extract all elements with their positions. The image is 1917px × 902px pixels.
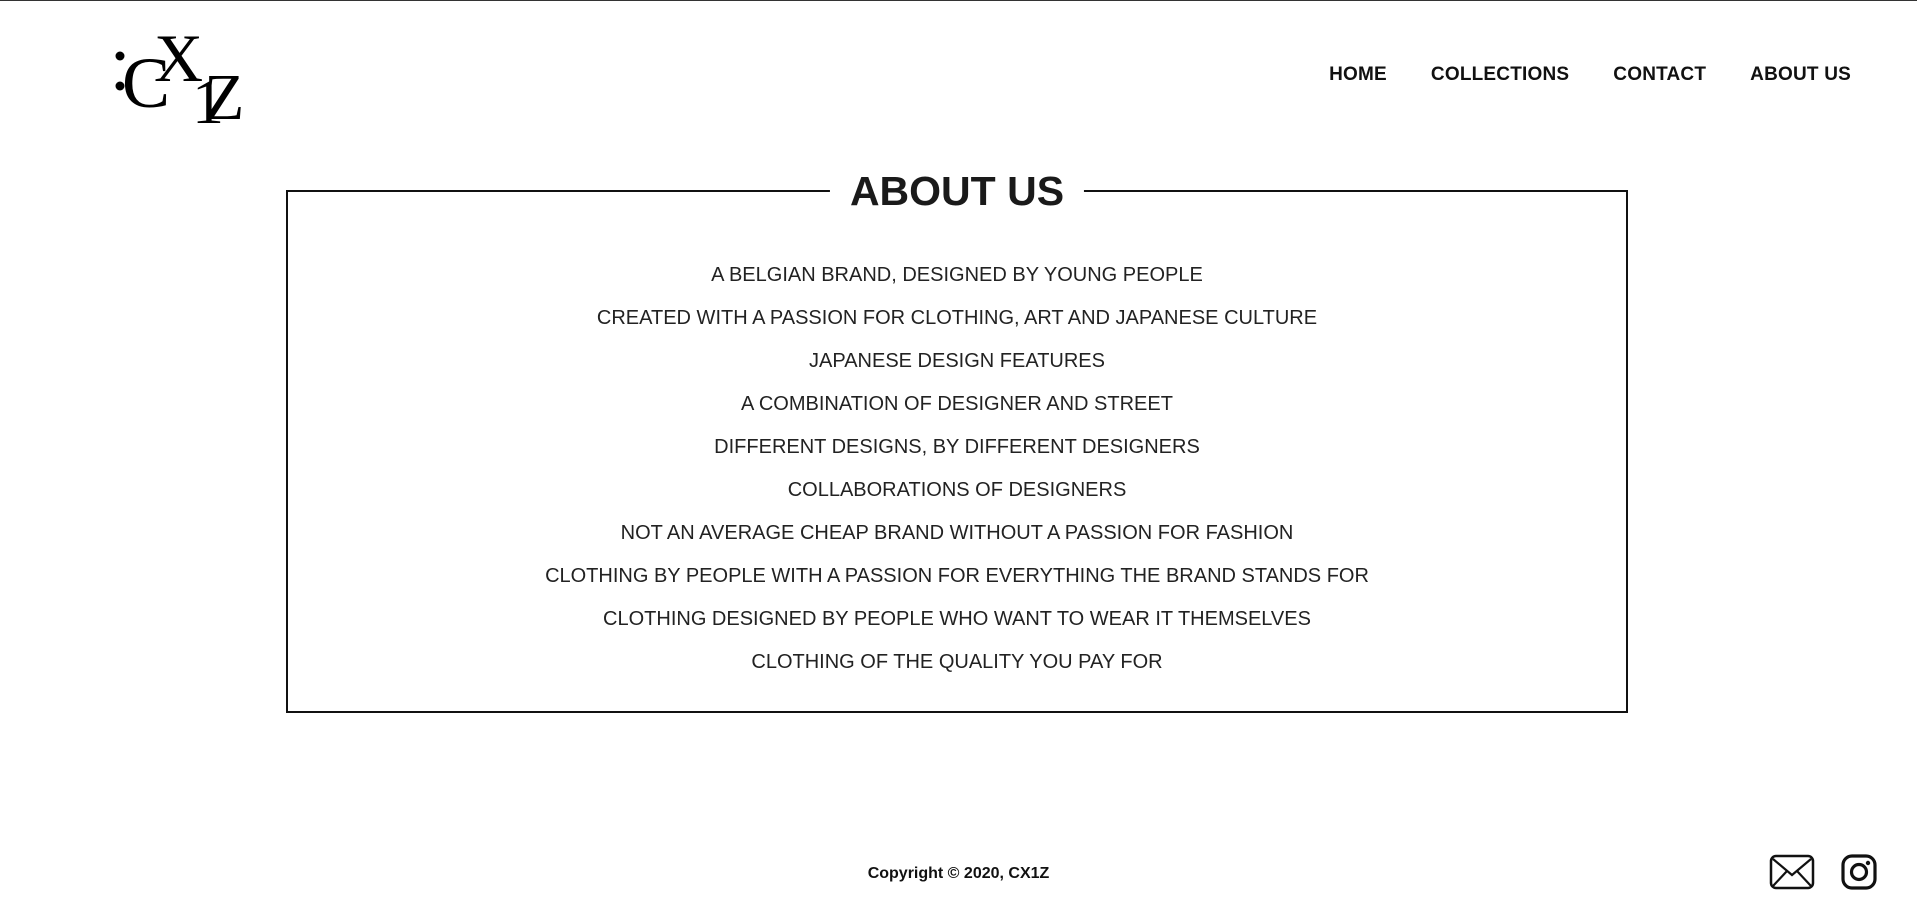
nav-about-us[interactable]: ABOUT US <box>1750 64 1851 86</box>
svg-text:Z: Z <box>204 61 244 128</box>
page-title: ABOUT US <box>829 167 1085 215</box>
list-item: JAPANESE DESIGN FEATURES <box>809 350 1105 372</box>
instagram-link[interactable] <box>1841 854 1877 895</box>
cx1z-logo-icon: C X 1 Z <box>115 20 244 137</box>
list-item: CLOTHING OF THE QUALITY YOU PAY FOR <box>751 651 1163 673</box>
nav-collections[interactable]: COLLECTIONS <box>1431 64 1569 86</box>
mail-link[interactable] <box>1769 854 1815 895</box>
nav-home[interactable]: HOME <box>1329 64 1387 86</box>
about-section: ABOUT US A BELGIAN BRAND, DESIGNED BY YO… <box>286 167 1628 713</box>
list-item: COLLABORATIONS OF DESIGNERS <box>787 479 1127 501</box>
list-item: CLOTHING DESIGNED BY PEOPLE WHO WANT TO … <box>603 608 1311 630</box>
list-item: DIFFERENT DESIGNS, BY DIFFERENT DESIGNER… <box>714 436 1200 458</box>
brand-logo[interactable]: C X 1 Z <box>112 20 262 137</box>
instagram-icon <box>1841 854 1877 890</box>
list-item: A COMBINATION OF DESIGNER AND STREET <box>741 393 1173 415</box>
nav-contact[interactable]: CONTACT <box>1613 64 1706 86</box>
copyright-text: Copyright © 2020, CX1Z <box>867 865 1050 882</box>
about-list: A BELGIAN BRAND, DESIGNED BY YOUNG PEOPL… <box>288 254 1626 684</box>
main-nav: HOME COLLECTIONS CONTACT ABOUT US <box>1329 64 1851 86</box>
social-links <box>1769 854 1877 895</box>
list-item: CLOTHING BY PEOPLE WITH A PASSION FOR EV… <box>545 565 1369 587</box>
list-item: A BELGIAN BRAND, DESIGNED BY YOUNG PEOPL… <box>711 264 1203 286</box>
list-item: NOT AN AVERAGE CHEAP BRAND WITHOUT A PAS… <box>620 522 1294 544</box>
mail-icon <box>1769 854 1815 890</box>
list-item: CREATED WITH A PASSION FOR CLOTHING, ART… <box>596 307 1318 329</box>
